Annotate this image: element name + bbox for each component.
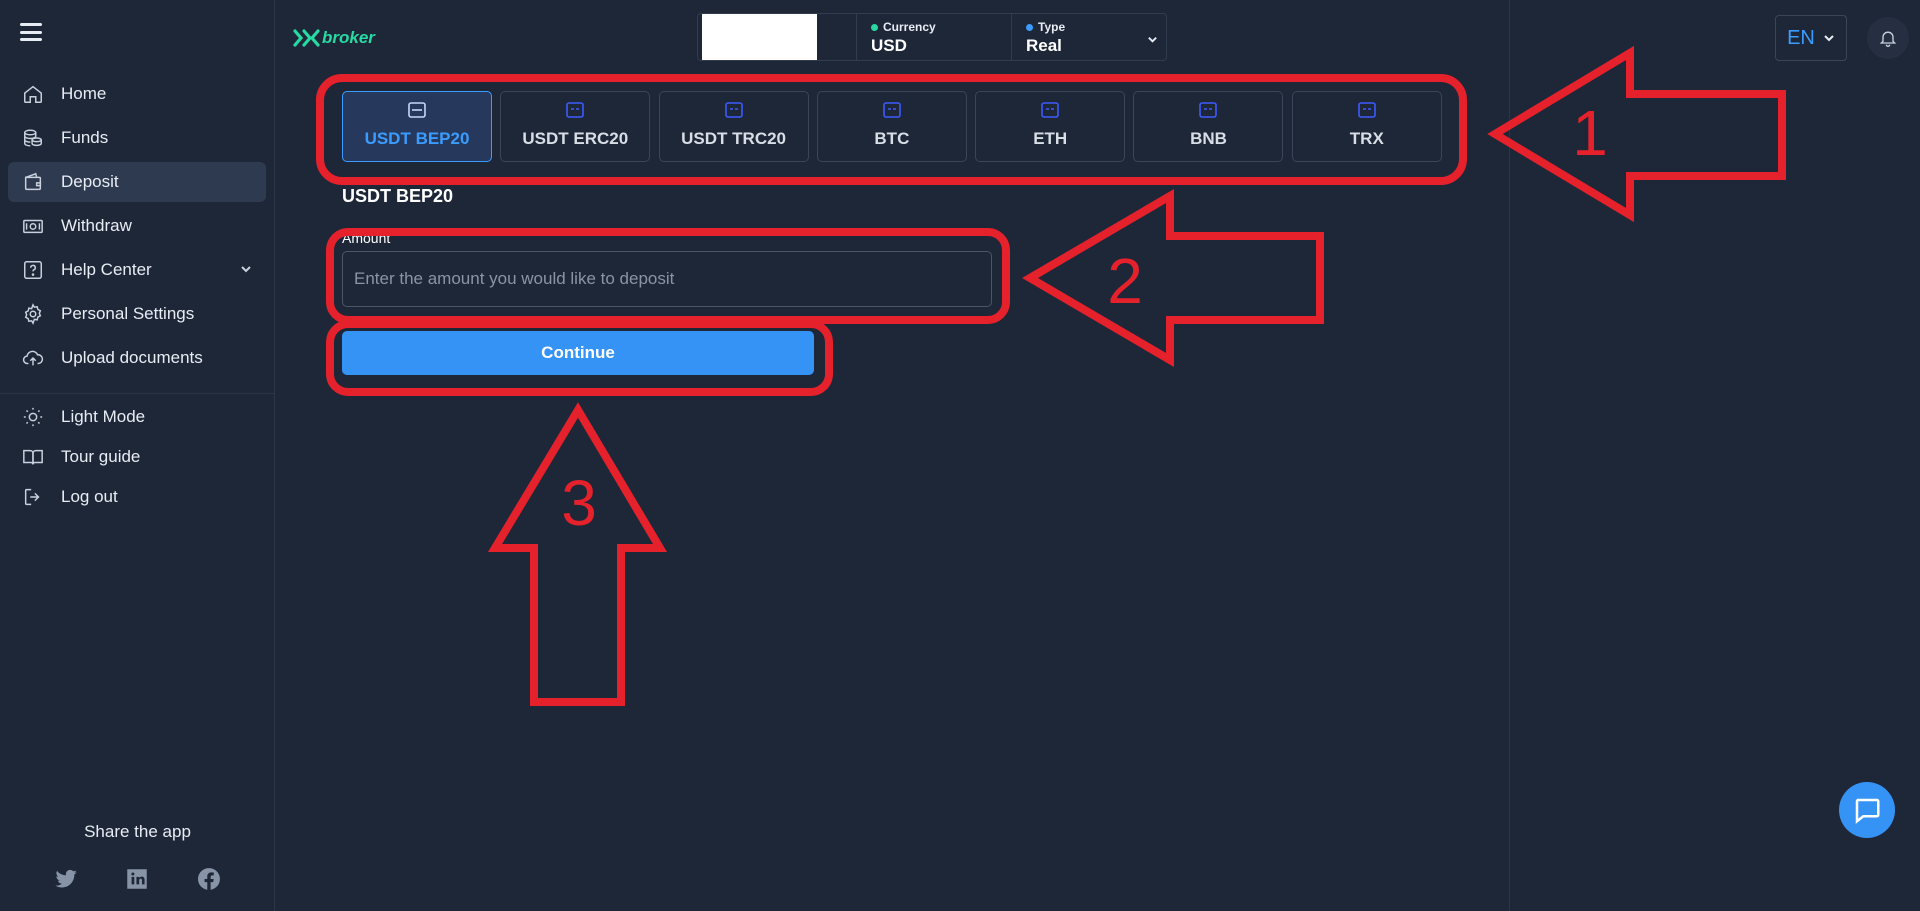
help-icon <box>22 259 44 281</box>
tab-btc[interactable]: BTC <box>816 91 967 162</box>
sidebar-item-label: Deposit <box>61 172 119 191</box>
annotation-number-3: 3 <box>561 467 597 539</box>
wallet-icon <box>22 171 44 193</box>
tab-label: USDT TRC20 <box>681 129 787 148</box>
sidebar: Home Funds Deposit Withdraw Help Center <box>0 0 275 911</box>
deposit-method-tabs: USDT BEP20 USDT ERC20 USDT TRC20 BTC ETH… <box>342 91 1450 162</box>
sidebar-item-upload-documents[interactable]: Upload documents <box>8 338 266 378</box>
card-icon <box>407 101 427 119</box>
right-panel-divider <box>1509 0 1510 911</box>
sidebar-item-label: Personal Settings <box>61 304 195 323</box>
type-label: Type <box>1038 20 1066 34</box>
app-root: Home Funds Deposit Withdraw Help Center <box>0 0 1920 911</box>
sidebar-item-label: Funds <box>61 128 109 147</box>
menu-icon[interactable] <box>20 23 42 41</box>
currency-value: USD <box>871 36 907 55</box>
sidebar-nav: Home Funds Deposit Withdraw Help Center <box>8 74 266 382</box>
logo-mark-icon <box>293 29 320 47</box>
facebook-icon[interactable] <box>196 866 222 892</box>
account-selector[interactable]: Currency USD Type Real <box>697 13 1167 61</box>
annotation-arrow-2 <box>1022 189 1324 367</box>
logout-icon <box>22 486 44 508</box>
tab-label: USDT ERC20 <box>522 129 629 148</box>
type-status-dot <box>1026 23 1033 31</box>
tab-label: BNB <box>1190 129 1227 148</box>
sidebar-item-deposit[interactable]: Deposit <box>8 162 266 202</box>
chat-icon <box>1855 798 1880 824</box>
language-value: EN <box>1787 26 1815 49</box>
type-label-row: Type <box>1026 20 1166 34</box>
linkedin-icon[interactable] <box>124 866 150 892</box>
tab-eth[interactable]: ETH <box>975 91 1126 162</box>
coins-icon <box>22 127 44 149</box>
sidebar-item-label: Log out <box>61 487 118 506</box>
share-the-app-label: Share the app <box>84 822 191 841</box>
sidebar-item-tour-guide[interactable]: Tour guide <box>8 437 266 477</box>
sidebar-item-log-out[interactable]: Log out <box>8 477 266 517</box>
currency-label-row: Currency <box>871 20 1011 34</box>
sidebar-item-light-mode[interactable]: Light Mode <box>8 397 266 437</box>
sidebar-item-label: Upload documents <box>61 348 203 367</box>
chevron-down-icon[interactable] <box>240 260 252 280</box>
chevron-down-icon[interactable] <box>1147 32 1158 50</box>
sidebar-item-label: Help Center <box>61 260 152 279</box>
card-icon <box>882 101 902 119</box>
sidebar-item-personal-settings[interactable]: Personal Settings <box>8 294 266 334</box>
annotation-number-2: 2 <box>1107 245 1143 317</box>
sidebar-item-funds[interactable]: Funds <box>8 118 266 158</box>
sidebar-item-label: Tour guide <box>61 447 141 466</box>
type-value: Real <box>1026 36 1062 55</box>
annotation-number-1: 1 <box>1572 97 1608 169</box>
tab-label: TRX <box>1349 129 1384 148</box>
language-selector[interactable]: EN <box>1775 15 1847 61</box>
card-icon <box>1040 101 1060 119</box>
card-icon <box>565 101 585 119</box>
tab-trx[interactable]: TRX <box>1291 91 1442 162</box>
sidebar-divider <box>0 393 275 394</box>
currency-selector[interactable]: Currency USD <box>857 14 1012 60</box>
card-icon <box>724 101 744 119</box>
book-icon <box>22 446 44 468</box>
twitter-icon[interactable] <box>53 866 79 892</box>
tab-label: BTC <box>874 129 910 148</box>
tab-usdt-erc20[interactable]: USDT ERC20 <box>500 91 651 162</box>
chevron-down-icon <box>1824 35 1834 42</box>
annotation-arrow-1 <box>1487 45 1786 223</box>
card-icon <box>1357 101 1377 119</box>
tab-usdt-bep20[interactable]: USDT BEP20 <box>342 91 492 162</box>
currency-status-dot <box>871 23 878 31</box>
bell-icon <box>1879 31 1897 47</box>
account-balance-redacted <box>702 14 817 60</box>
social-links <box>0 866 275 892</box>
continue-button[interactable]: Continue <box>342 331 814 375</box>
tab-bnb[interactable]: BNB <box>1133 91 1284 162</box>
home-icon <box>22 83 44 105</box>
gear-icon <box>22 303 44 325</box>
tab-label: ETH <box>1033 129 1068 148</box>
chat-button[interactable] <box>1839 782 1895 838</box>
sidebar-item-withdraw[interactable]: Withdraw <box>8 206 266 246</box>
deposit-method-title: USDT BEP20 <box>342 186 454 206</box>
notifications-button[interactable] <box>1867 17 1909 59</box>
sun-icon <box>22 406 44 428</box>
sidebar-item-home[interactable]: Home <box>8 74 266 114</box>
cash-icon <box>22 215 44 237</box>
cloud-upload-icon <box>22 347 44 369</box>
sidebar-item-label: Home <box>61 84 107 103</box>
tab-label: USDT BEP20 <box>364 129 470 148</box>
logo-text: broker <box>322 28 375 47</box>
brand-logo[interactable]: broker <box>292 28 375 48</box>
sidebar-item-label: Withdraw <box>61 216 132 235</box>
amount-input[interactable] <box>342 251 992 307</box>
currency-label: Currency <box>883 20 936 34</box>
sidebar-secondary-nav: Light Mode Tour guide Log out <box>8 397 266 517</box>
tab-usdt-trc20[interactable]: USDT TRC20 <box>658 91 809 162</box>
sidebar-item-help-center[interactable]: Help Center <box>8 250 266 290</box>
annotation-arrow-3 <box>487 402 668 706</box>
account-spacer <box>817 14 857 60</box>
card-icon <box>1198 101 1218 119</box>
amount-label: Amount <box>342 230 391 246</box>
sidebar-item-label: Light Mode <box>61 407 146 426</box>
account-type-selector[interactable]: Type Real <box>1012 14 1166 60</box>
